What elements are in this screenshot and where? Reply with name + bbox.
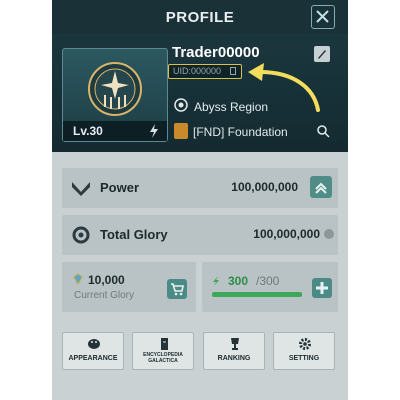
gear-icon <box>299 338 311 350</box>
faction-emblem-icon <box>174 123 188 139</box>
current-glory-amount: 10,000 <box>88 273 125 287</box>
glory-row: Total Glory 100,000,000 <box>62 215 338 255</box>
glory-label: Total Glory <box>100 227 168 242</box>
appearance-button[interactable]: APPEARANCE <box>62 332 124 370</box>
page-title: PROFILE <box>165 9 235 26</box>
setting-label: SETTING <box>288 355 320 362</box>
ranking-button[interactable]: RANKING <box>203 332 265 370</box>
ranking-label: RANKING <box>217 355 251 362</box>
glory-value: 100,000,000 <box>253 227 320 241</box>
power-chevron-icon <box>72 182 90 196</box>
palette-icon <box>88 339 100 349</box>
energy-card: 300 /300 <box>202 262 338 312</box>
close-button[interactable] <box>311 5 335 29</box>
gem-icon <box>73 273 83 285</box>
power-value: 100,000,000 <box>231 180 298 194</box>
search-icon[interactable] <box>316 124 330 138</box>
close-icon <box>316 10 329 23</box>
lightning-icon[interactable] <box>149 124 159 138</box>
title-bar: PROFILE <box>52 0 348 34</box>
shop-button[interactable] <box>167 279 187 299</box>
power-row: Power 100,000,000 <box>62 168 338 208</box>
info-icon[interactable] <box>324 229 334 239</box>
encyclopedia-label-line2: GALACTICA <box>148 358 178 364</box>
add-energy-button[interactable] <box>312 278 332 298</box>
setting-button[interactable]: SETTING <box>273 332 335 370</box>
power-label: Power <box>100 180 140 195</box>
uid-box[interactable]: UID:000000 <box>168 64 242 79</box>
energy-max: /300 <box>256 274 280 288</box>
appearance-label: APPEARANCE <box>68 355 118 362</box>
avatar[interactable]: Lv.30 <box>62 48 168 142</box>
plus-icon <box>316 282 328 294</box>
encyclopedia-label: ENCYCLOPEDIA GALACTICA <box>133 352 193 364</box>
profile-header: PROFILE Lv.30 Trader00000 UID:000000 Aby… <box>52 0 348 152</box>
book-icon <box>161 338 168 350</box>
player-faction[interactable]: [FND] Foundation <box>193 125 288 139</box>
planet-icon <box>174 98 188 112</box>
power-details-button[interactable] <box>310 176 332 198</box>
player-region: Abyss Region <box>194 100 269 114</box>
player-uid: UID:000000 <box>173 66 222 76</box>
energy-progress-bar <box>212 292 302 297</box>
encyclopedia-button[interactable]: ENCYCLOPEDIA GALACTICA <box>132 332 194 370</box>
profile-panel: PROFILE Lv.30 Trader00000 UID:000000 Aby… <box>52 0 348 400</box>
energy-icon <box>213 276 219 286</box>
chevron-up-icon <box>315 182 327 194</box>
avatar-emblem-icon <box>88 62 142 116</box>
trophy-icon <box>231 338 239 350</box>
current-glory-card: 10,000 Current Glory <box>62 262 196 312</box>
player-name: Trader00000 <box>172 44 260 61</box>
level-strip: Lv.30 <box>63 121 167 141</box>
gear-emblem-icon <box>72 226 90 244</box>
player-level: Lv.30 <box>73 124 103 138</box>
copy-icon[interactable] <box>230 67 236 75</box>
energy-current: 300 <box>228 274 249 288</box>
cart-icon <box>171 283 184 296</box>
current-glory-label: Current Glory <box>74 290 135 301</box>
